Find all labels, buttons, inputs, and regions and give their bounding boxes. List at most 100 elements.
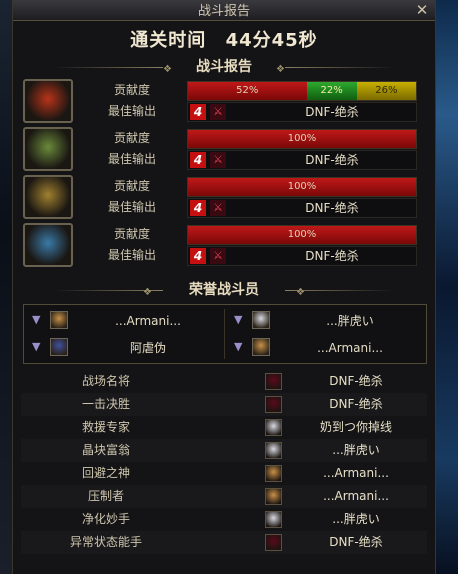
- honor-member[interactable]: ▼ ...Armani...: [26, 308, 224, 334]
- avatar: [265, 465, 282, 482]
- contribution-segment: 100%: [188, 178, 416, 196]
- best-output-row: 4 ⚔ DNF-绝杀: [187, 150, 417, 170]
- best-output-label: 最佳输出: [107, 200, 156, 214]
- contribution-label: 贡献度: [113, 179, 150, 193]
- blue-helm-icon: [23, 223, 73, 267]
- avatar: [252, 338, 270, 356]
- battle-report-header: ❖ 战斗报告 ❖: [13, 57, 435, 77]
- best-output-label: 最佳输出: [107, 152, 156, 166]
- honor-title: 荣誉战斗员: [189, 282, 259, 298]
- contribution-bar: 100%: [187, 177, 417, 197]
- clear-time: 通关时间 44分45秒: [21, 25, 427, 57]
- award-player-name: DNF-绝杀: [329, 535, 383, 549]
- rank-chevron-icon: ▼: [32, 313, 41, 326]
- player-row: 贡献度 最佳输出 100% 4 ⚔ DNF-绝杀: [23, 174, 429, 220]
- rank-chevron-icon: ▼: [234, 340, 243, 353]
- award-player-name: DNF-绝杀: [329, 397, 383, 411]
- award-row: 晶块富翁 ...胖虎い: [21, 439, 427, 462]
- contribution-segment: 26%: [356, 82, 416, 100]
- award-title: 晶块富翁: [81, 443, 130, 457]
- rank-4-icon: 4: [190, 104, 206, 120]
- honor-member[interactable]: ▼ ...胖虎い: [228, 308, 426, 334]
- rank-4-icon: 4: [190, 200, 206, 216]
- avatar: [265, 488, 282, 505]
- award-row: 一击决胜 DNF-绝杀: [21, 393, 427, 416]
- award-title: 净化妙手: [81, 512, 130, 526]
- best-output-label: 最佳输出: [107, 104, 156, 118]
- award-player-name: ...胖虎い: [332, 443, 380, 457]
- divider: [224, 309, 225, 359]
- award-player-name: ...胖虎い: [332, 512, 380, 526]
- award-row: 异常状态能手 DNF-绝杀: [21, 531, 427, 554]
- best-output-name: DNF-绝杀: [305, 105, 359, 119]
- award-player-name: ...Armani...: [323, 466, 389, 480]
- award-row: 净化妙手 ...胖虎い: [21, 508, 427, 531]
- fighter-icon: ⚔: [210, 248, 226, 264]
- avatar: [265, 396, 282, 413]
- contribution-segment: 22%: [306, 82, 357, 100]
- contribution-bar: 100%: [187, 225, 417, 245]
- rank-4-icon: 4: [190, 248, 206, 264]
- contribution-segment: 52%: [188, 82, 307, 100]
- honor-member-name: 阿虐伪: [129, 341, 166, 355]
- best-output-label: 最佳输出: [107, 248, 156, 262]
- best-output-row: 4 ⚔ DNF-绝杀: [187, 246, 417, 266]
- avatar: [252, 311, 270, 329]
- award-player-name: DNF-绝杀: [329, 374, 383, 388]
- best-output-row: 4 ⚔ DNF-绝杀: [187, 102, 417, 122]
- contribution-bar: 52% 22% 26%: [187, 81, 417, 101]
- avatar: [50, 311, 68, 329]
- green-helm-icon: [23, 127, 73, 171]
- best-output-name: DNF-绝杀: [305, 201, 359, 215]
- best-output-name: DNF-绝杀: [305, 153, 359, 167]
- honor-member-name: ...胖虎い: [326, 314, 374, 328]
- avatar: [265, 442, 282, 459]
- honor-member-name: ...Armani...: [317, 341, 383, 355]
- award-title: 异常状态能手: [69, 535, 142, 549]
- gold-helm-icon: [23, 175, 73, 219]
- ornament-left-icon: ❖: [163, 64, 172, 75]
- award-list: 战场名将 DNF-绝杀 一击决胜 DNF-绝杀 救援专家 奶到つ你掉线 晶块富翁…: [21, 370, 427, 554]
- avatar: [265, 373, 282, 390]
- best-output-name: DNF-绝杀: [305, 249, 359, 263]
- award-row: 压制者 ...Armani...: [21, 485, 427, 508]
- close-icon[interactable]: ✕: [413, 0, 431, 20]
- honor-member[interactable]: ▼ 阿虐伪: [26, 335, 224, 361]
- rank-chevron-icon: ▼: [32, 340, 41, 353]
- award-player-name: 奶到つ你掉线: [319, 420, 392, 434]
- fighter-icon: ⚔: [210, 152, 226, 168]
- avatar: [265, 511, 282, 528]
- fighter-icon: ⚔: [210, 200, 226, 216]
- ornament-right-icon: ❖: [296, 287, 305, 298]
- honor-member[interactable]: ▼ ...Armani...: [228, 335, 426, 361]
- title-bar[interactable]: 战斗报告 ✕: [13, 0, 435, 21]
- avatar: [265, 534, 282, 551]
- award-player-name: ...Armani...: [323, 489, 389, 503]
- award-title: 战场名将: [81, 374, 130, 388]
- award-title: 压制者: [87, 489, 124, 503]
- best-output-row: 4 ⚔ DNF-绝杀: [187, 198, 417, 218]
- clear-time-label: 通关时间: [130, 30, 207, 51]
- contribution-segment: 100%: [188, 226, 416, 244]
- award-row: 回避之神 ...Armani...: [21, 462, 427, 485]
- player-row: 贡献度 最佳输出 52% 22% 26% 4 ⚔ DNF-绝杀: [23, 78, 429, 124]
- honor-member-name: ...Armani...: [115, 314, 181, 328]
- honor-panel: ▼ ...Armani... ▼ ...胖虎い ▼ 阿虐伪 ▼ ...Arman…: [23, 304, 427, 364]
- player-row: 贡献度 最佳输出 100% 4 ⚔ DNF-绝杀: [23, 222, 429, 268]
- battle-report-window: 战斗报告 ✕ 通关时间 44分45秒 ❖ 战斗报告 ❖ 贡献度 最佳输出 52%…: [12, 0, 436, 574]
- award-title: 回避之神: [81, 466, 130, 480]
- red-flame-icon: [23, 79, 73, 123]
- award-row: 救援专家 奶到つ你掉线: [21, 416, 427, 439]
- fighter-icon: ⚔: [210, 104, 226, 120]
- rank-4-icon: 4: [190, 152, 206, 168]
- ornament-left-icon: ❖: [143, 287, 152, 298]
- contribution-segment: 100%: [188, 130, 416, 148]
- avatar: [265, 419, 282, 436]
- player-list: 贡献度 最佳输出 52% 22% 26% 4 ⚔ DNF-绝杀 贡献度 最佳输出 1…: [13, 78, 435, 268]
- honor-header: ❖ 荣誉战斗员 ❖: [13, 280, 435, 300]
- clear-time-value: 44分45秒: [225, 30, 318, 51]
- contribution-label: 贡献度: [113, 83, 150, 97]
- avatar: [50, 338, 68, 356]
- contribution-label: 贡献度: [113, 227, 150, 241]
- award-title: 一击决胜: [81, 397, 130, 411]
